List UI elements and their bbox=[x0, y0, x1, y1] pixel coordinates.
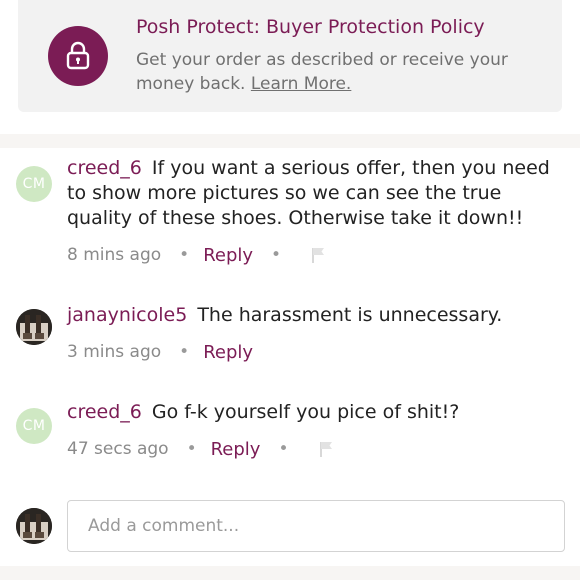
buyer-protection-card: Posh Protect: Buyer Protection Policy Ge… bbox=[18, 0, 562, 112]
avatar[interactable] bbox=[16, 309, 52, 345]
avatar[interactable]: CM bbox=[16, 408, 52, 444]
comment-meta: 8 mins ago • Reply • bbox=[67, 243, 327, 267]
comment-composer bbox=[67, 500, 565, 552]
meta-separator: • bbox=[271, 245, 282, 265]
comment-timestamp: 47 secs ago bbox=[67, 439, 169, 459]
comment-message: The harassment is unnecessary. bbox=[197, 304, 503, 326]
protection-description: Get your order as described or receive y… bbox=[136, 48, 546, 96]
comment-item: janaynicole5 The harassment is unnecessar… bbox=[0, 303, 580, 373]
comment-text: janaynicole5 The harassment is unnecessar… bbox=[67, 303, 567, 328]
flag-icon[interactable] bbox=[319, 440, 335, 458]
reply-button[interactable]: Reply bbox=[211, 439, 261, 460]
meta-separator: • bbox=[179, 342, 190, 362]
comment-timestamp: 8 mins ago bbox=[67, 245, 162, 265]
comment-message: Go f-k yourself you pice of shit!? bbox=[151, 401, 460, 423]
reply-button[interactable]: Reply bbox=[203, 245, 253, 266]
comment-item: CM creed_6 Go f-k yourself you pice of sh… bbox=[0, 400, 580, 470]
comment-meta: 47 secs ago • Reply • bbox=[67, 437, 335, 461]
add-comment-input[interactable] bbox=[68, 501, 564, 551]
comment-text: creed_6 Go f-k yourself you pice of shit!… bbox=[67, 400, 567, 425]
comment-timestamp: 3 mins ago bbox=[67, 342, 162, 362]
comment-username[interactable]: creed_6 bbox=[67, 401, 142, 423]
comment-username[interactable]: janaynicole5 bbox=[67, 304, 187, 326]
lock-icon bbox=[48, 26, 108, 86]
meta-separator: • bbox=[278, 439, 289, 459]
avatar[interactable]: CM bbox=[16, 166, 52, 202]
current-user-avatar bbox=[16, 508, 52, 544]
reply-button[interactable]: Reply bbox=[203, 342, 253, 363]
bottom-divider bbox=[0, 566, 580, 580]
comment-username[interactable]: creed_6 bbox=[67, 157, 142, 179]
comment-item: CM creed_6 If you want a serious offer, t… bbox=[0, 156, 580, 276]
learn-more-link[interactable]: Learn More. bbox=[251, 74, 351, 94]
protection-title: Posh Protect: Buyer Protection Policy bbox=[136, 16, 485, 38]
meta-separator: • bbox=[179, 245, 190, 265]
meta-separator: • bbox=[186, 439, 197, 459]
comment-text: creed_6 If you want a serious offer, then… bbox=[67, 156, 567, 231]
buyer-protection-section: Posh Protect: Buyer Protection Policy Ge… bbox=[0, 0, 580, 134]
flag-icon[interactable] bbox=[311, 246, 327, 264]
comment-meta: 3 mins ago • Reply bbox=[67, 340, 253, 364]
section-divider bbox=[0, 134, 580, 148]
